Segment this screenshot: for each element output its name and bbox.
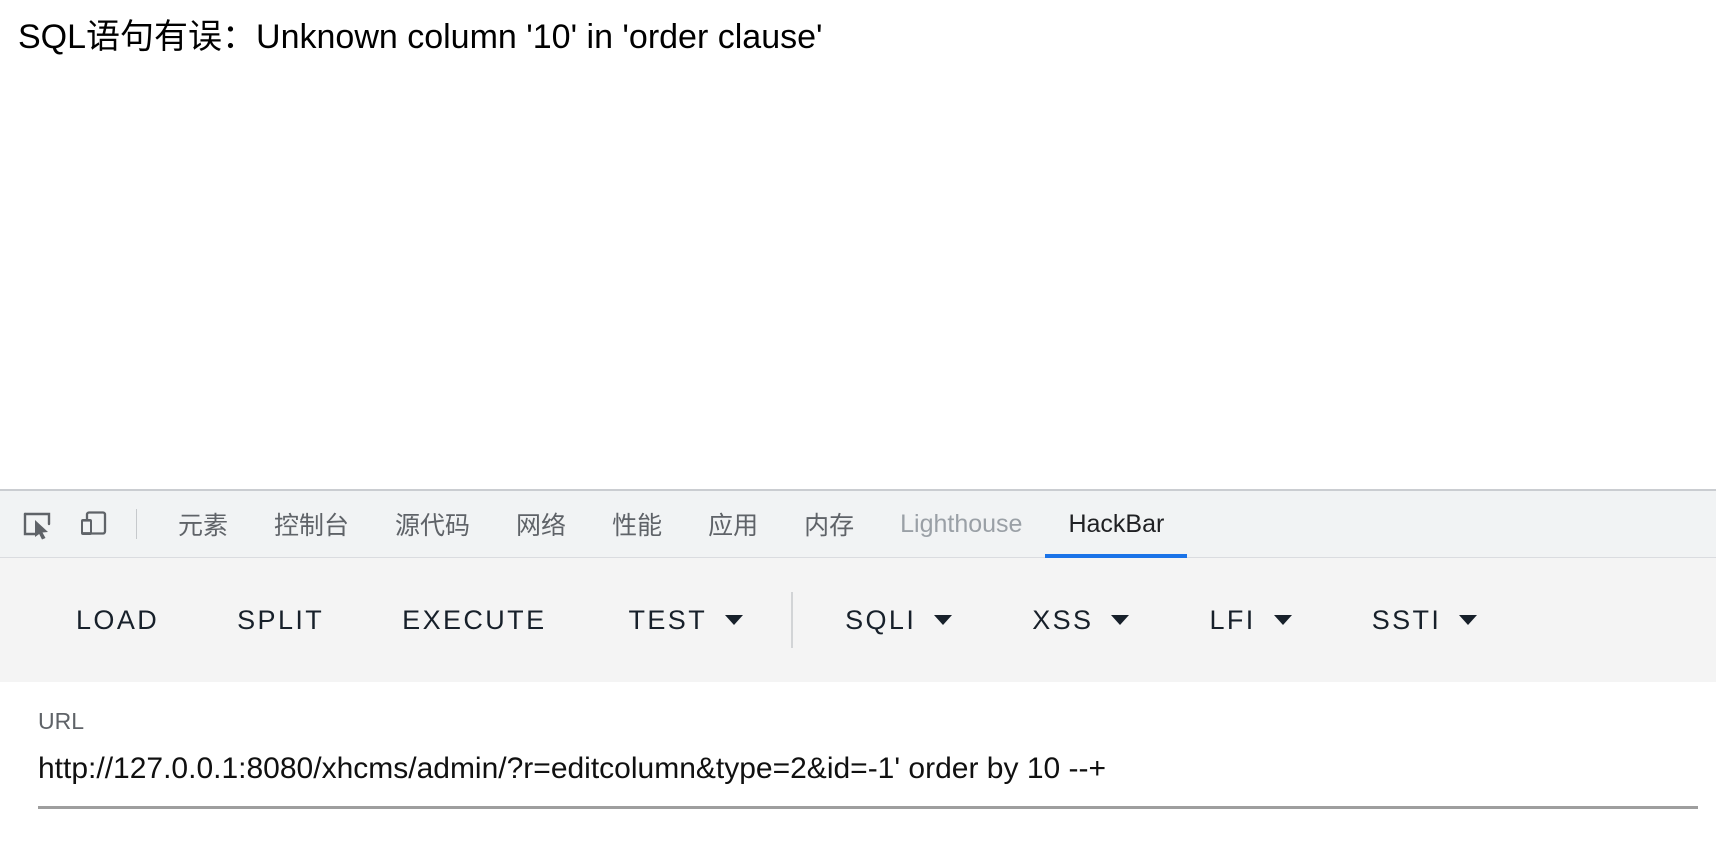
tab-label: 应用 <box>708 512 759 540</box>
chevron-down-icon <box>1459 615 1478 625</box>
tab-memory[interactable]: 内存 <box>781 491 877 558</box>
load-button-label: LOAD <box>76 604 160 635</box>
ssti-button-label: SSTI <box>1371 604 1442 635</box>
tab-elements[interactable]: 元素 <box>155 491 251 558</box>
lfi-button-label: LFI <box>1209 604 1256 635</box>
hackbar-toolbar: LOAD SPLIT EXECUTE TEST SQLI XSS LFI SST… <box>0 558 1716 682</box>
tab-label: HackBar <box>1068 509 1165 538</box>
tab-application[interactable]: 应用 <box>685 491 781 558</box>
devtools-tabbar: 元素 控制台 源代码 网络 性能 应用 内存 Lighthouse HackBa… <box>0 491 1716 558</box>
tab-label: 源代码 <box>395 512 471 540</box>
execute-button[interactable]: EXECUTE <box>380 595 568 646</box>
split-button[interactable]: SPLIT <box>215 595 346 646</box>
chevron-down-icon <box>934 615 953 625</box>
tab-lighthouse[interactable]: Lighthouse <box>877 491 1045 558</box>
tab-hackbar[interactable]: HackBar <box>1045 491 1188 558</box>
tab-label: Lighthouse <box>900 509 1023 538</box>
tab-console[interactable]: 控制台 <box>251 491 372 558</box>
load-button[interactable]: LOAD <box>54 595 181 646</box>
ssti-dropdown-button[interactable]: SSTI <box>1350 595 1500 646</box>
tab-label: 内存 <box>804 512 855 540</box>
chevron-down-icon <box>1111 615 1130 625</box>
sqli-button-label: SQLI <box>845 604 917 635</box>
sql-error-message: SQL语句有误：Unknown column '10' in 'order cl… <box>18 18 823 56</box>
chevron-down-icon <box>1273 615 1292 625</box>
url-field-label: URL <box>38 708 85 734</box>
sqli-dropdown-button[interactable]: SQLI <box>823 595 974 646</box>
test-button-label: TEST <box>628 604 708 635</box>
tab-network[interactable]: 网络 <box>493 491 589 558</box>
xss-button-label: XSS <box>1032 604 1094 635</box>
url-field-group: URL <box>38 706 1706 809</box>
tab-sources[interactable]: 源代码 <box>372 491 493 558</box>
chevron-down-icon <box>725 615 744 625</box>
tab-label: 网络 <box>516 512 567 540</box>
hackbar-body: URL <box>0 682 1716 858</box>
tab-label: 性能 <box>612 512 663 540</box>
device-toolbar-icon[interactable] <box>70 502 116 546</box>
hackbar-toolbar-divider <box>791 592 794 648</box>
url-input[interactable] <box>38 746 1698 809</box>
toolbar-divider <box>136 509 137 539</box>
xss-dropdown-button[interactable]: XSS <box>1010 595 1151 646</box>
execute-button-label: EXECUTE <box>402 604 547 635</box>
tab-performance[interactable]: 性能 <box>589 491 685 558</box>
browser-page-viewport: SQL语句有误：Unknown column '10' in 'order cl… <box>0 0 1716 489</box>
tab-label: 控制台 <box>274 512 350 540</box>
split-button-label: SPLIT <box>237 604 325 635</box>
test-dropdown-button[interactable]: TEST <box>606 595 765 646</box>
lfi-dropdown-button[interactable]: LFI <box>1187 595 1313 646</box>
inspect-element-icon[interactable] <box>14 502 60 546</box>
devtools-panel: 元素 控制台 源代码 网络 性能 应用 内存 Lighthouse HackBa… <box>0 489 1716 858</box>
tab-label: 元素 <box>178 512 229 540</box>
